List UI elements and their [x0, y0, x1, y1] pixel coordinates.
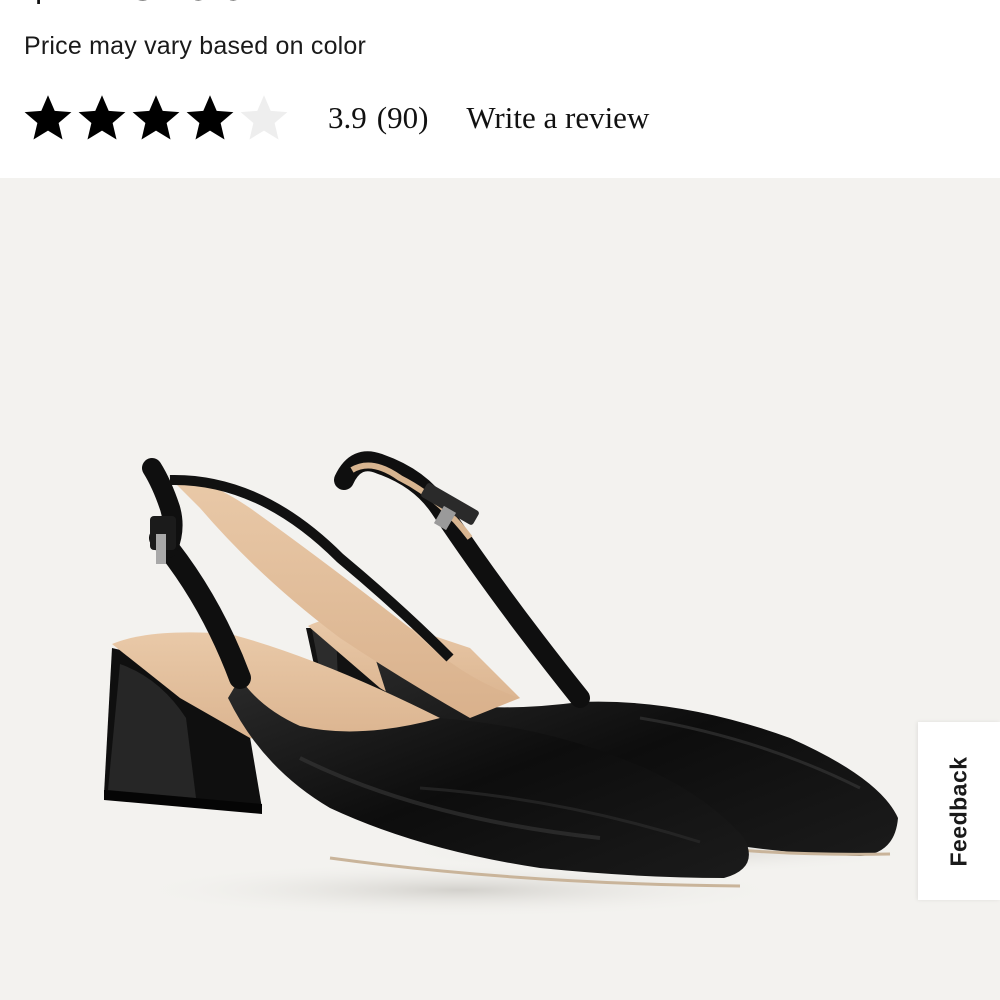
product-price: $125.00	[24, 0, 254, 8]
star-icon-5	[240, 95, 288, 140]
rating-value: 3.9	[328, 100, 367, 135]
rating-row: 3.9 (90) Write a review	[22, 88, 649, 148]
price-note: Price may vary based on color	[24, 32, 367, 60]
feedback-button[interactable]: Feedback	[918, 722, 1000, 900]
star-icon-4	[186, 95, 234, 140]
product-image[interactable]	[0, 178, 1000, 1000]
star-icon-2	[78, 95, 126, 140]
feedback-label: Feedback	[945, 755, 972, 867]
star-icon-1	[24, 95, 72, 140]
shoe-pair-illustration	[104, 451, 920, 918]
review-count[interactable]: (90)	[377, 100, 429, 136]
star-rating[interactable]	[22, 92, 290, 144]
star-icon-3	[132, 95, 180, 140]
write-review-link[interactable]: Write a review	[466, 100, 649, 136]
